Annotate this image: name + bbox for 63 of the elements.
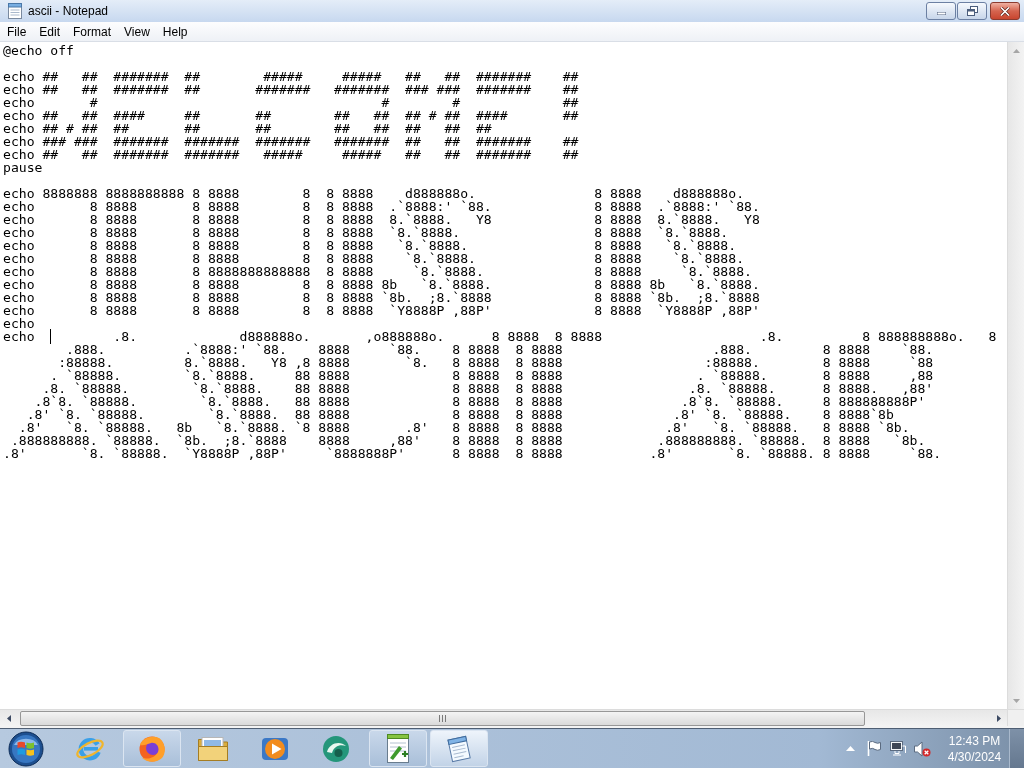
horizontal-scrollbar[interactable]	[0, 709, 1007, 726]
text-line: .8. `88888. `8.`8888. 88 8888 8 8888 8 8888 .8. `88888. 8 8888. ,88'	[42, 381, 934, 396]
text-line: echo 8 8888 8 8888 8 8 8888 `Y8888P ,88P' 8 8888 `Y8888P ,88P'	[3, 303, 760, 318]
speaker-muted-icon[interactable]	[913, 740, 931, 757]
text-line: echo 8 8888 8 8888 8 8 8888 8b `8.`8888. 8 8888 8b `8.`8888.	[3, 277, 760, 292]
text-line: .8' `8. `88888. `8.`8888. 88 8888 8 8888 8 8888 .8' `8. `88888. 8 8888`8b	[25, 407, 894, 422]
vertical-scrollbar[interactable]	[1007, 42, 1024, 709]
text-line: echo 8 8888 8 8888 8 8 8888 `8.`8888. 8 8888 `8.`8888.	[3, 251, 744, 266]
text-line: .8`8. `88888. `8.`8888. 88 8888 8 8888 8 8888 .8`8. `88888. 8 888888888P'	[33, 394, 926, 409]
close-button[interactable]	[990, 2, 1020, 20]
text-line: echo ## # ## ## ## ## ## ## ## ## ##	[3, 121, 492, 136]
menu-item[interactable]: View	[118, 22, 156, 41]
text-line: echo 8 8888 8 8888 8 8 8888 8.`8888. Y8 8 8888 8.`8888. Y8	[3, 212, 760, 227]
triangle-left-icon	[6, 714, 11, 722]
window-title: ascii - Notepad	[28, 4, 109, 18]
text-line: echo	[3, 316, 35, 331]
minimize-button[interactable]	[926, 2, 956, 20]
text-line: .888. .`8888:' `88. 8888 `88. 8 8888 8 8888 .888. 8 8888 `88.	[65, 342, 934, 357]
text-line: echo 8888888 8888888888 8 8888 8 8 8888 d888888o. 8 8888 d888888o.	[3, 186, 744, 201]
text-line: @echo off	[3, 43, 74, 58]
text-line: echo # # # ##	[3, 95, 579, 110]
text-line: echo 8 8888 8 8888 8 8 8888 `8.`8888. 8 8888 `8.`8888.	[3, 238, 737, 253]
text-line: echo ## ## #### ## ## ## ## ## # ## #### ##	[3, 108, 579, 123]
text-line: .8' `8. `88888. 8b `8.`8888. `8 8888 .8' 8 8888 8 8888 .8' `8. `88888. 8 8888 `8b.	[17, 420, 910, 435]
triangle-right-icon	[996, 714, 1001, 722]
taskbar-button[interactable]	[122, 730, 181, 767]
menu-item[interactable]: Edit	[33, 22, 67, 41]
text-line: echo 8 8888 8 8888888888888 8 8888 `8.`8888. 8 8888 `8.`8888.	[3, 264, 752, 279]
text-line: echo ## ## ####### ## ####### ####### ### ### ####### ##	[3, 82, 579, 97]
triangle-down-icon	[1012, 698, 1020, 703]
text-line: echo 8 8888 8 8888 8 8 8888 `8b. ;8.`8888 8 8888 `8b. ;8.`8888	[3, 290, 760, 305]
monitor-icon[interactable]	[890, 741, 906, 756]
text-line: echo ### ### ####### ####### ####### ####### ## ## ####### ##	[3, 134, 579, 149]
taskbar-button[interactable]	[430, 730, 488, 767]
folder-icon	[198, 736, 228, 761]
text-line: echo ## ## ####### ####### ##### ##### ## ## ####### ##	[3, 147, 579, 162]
text-line: echo .8. d888888o. ,o888888o. 8 8888 8 8888 .8. 8 888888888o. 8	[3, 329, 997, 344]
notepad-plus-icon	[384, 734, 411, 763]
close-icon	[1000, 6, 1010, 16]
menu-item[interactable]: Help	[156, 22, 194, 41]
text-line: echo 8 8888 8 8888 8 8 8888 .`8888:' `88. 8 8888 .`8888:' `88.	[3, 199, 760, 214]
restore-icon	[966, 6, 978, 16]
start-orb-icon	[8, 730, 44, 767]
flag-icon[interactable]	[867, 741, 881, 756]
text-line: .8' `8. `88888. `Y8888P ,88P' `8888888P' 8 8888 8 8888 .8' `8. `88888. 8 8888 `88.	[3, 446, 942, 461]
minimize-icon	[936, 12, 946, 15]
restore-button[interactable]	[957, 2, 987, 20]
triangle-up-icon	[1012, 48, 1020, 53]
text-line: echo 8 8888 8 8888 8 8 8888 `8.`8888. 8 8888 `8.`8888.	[3, 225, 729, 240]
swirl-icon	[322, 734, 350, 763]
notepad-icon	[8, 3, 22, 19]
chevron-up-icon[interactable]	[845, 746, 855, 751]
grip-icon	[439, 714, 446, 722]
menu-item[interactable]: File	[1, 22, 33, 41]
taskbar-button[interactable]	[368, 730, 427, 767]
text-line: . `88888. `8.`8888. 88 8888 8 8888 8 8888 . `88888. 8 8888 ,88	[49, 368, 934, 383]
fox-globe-icon	[137, 734, 166, 763]
text-line: echo ## ## ####### ## ##### ##### ## ## ####### ##	[3, 69, 579, 84]
menu-item[interactable]: Format	[67, 22, 118, 41]
text-line: :88888. 8.`8888. Y8 ,8 8888 `8. 8 8888 8 8888 :88888. 8 8888 `88	[57, 355, 934, 370]
text-line: .888888888. `88888. `8b. ;8.`8888 8888 ,88' 8 8888 8 8888 .888888888. `88888. 8 8888 `8b.	[9, 433, 926, 448]
text-line: pause	[3, 160, 43, 175]
scrollbar-thumb[interactable]	[20, 710, 865, 726]
